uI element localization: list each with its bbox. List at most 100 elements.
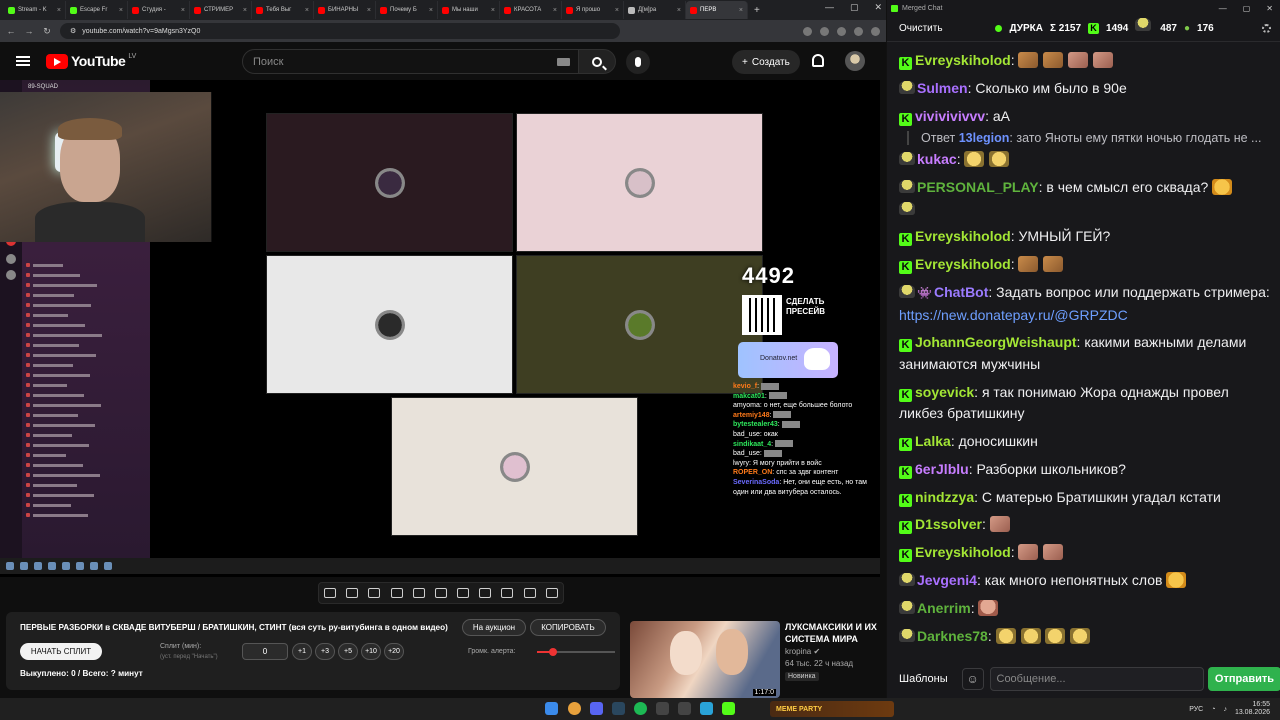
chat-message[interactable]: Jevgeni4: как много непонятных слов [899,570,1271,592]
forward-button[interactable]: → [24,26,34,36]
extension-icon[interactable] [854,26,863,36]
chat-username[interactable]: Evreyskiholod [915,544,1011,560]
split-increment-button[interactable]: +10 [361,643,381,660]
tab-close-icon[interactable]: × [615,7,619,14]
spotify-icon[interactable] [634,702,647,715]
chat-message[interactable]: kukac: [899,149,1271,171]
browser-tab[interactable]: Escape Fr × [66,1,128,19]
chat-message[interactable]: 👾 ChatBot: Задать вопрос или поддержать с… [899,282,1271,326]
chat-message[interactable]: K Evreyskiholod: [899,542,1271,564]
tab-close-icon[interactable]: × [491,7,495,14]
notifications-bell-icon[interactable] [812,54,824,67]
chat-username[interactable]: soyevick [915,384,974,400]
chat-message[interactable]: Ksoyevick: я так понимаю Жора однажды пр… [899,382,1271,425]
chat-message[interactable]: Darknes78: [899,626,1271,648]
chat-username[interactable]: 6erJlblu [915,461,969,477]
video-player[interactable]: 89-SQUAD 4492 СДЕЛАТЬ ПРЕСЕЙВ Donatov.ne… [0,80,880,577]
browser-tab[interactable]: Мы наши × [438,1,500,19]
tab-close-icon[interactable]: × [57,7,61,14]
loop-icon[interactable] [324,588,337,598]
chat-username[interactable]: JohannGeorgWeishaupt [915,334,1077,350]
new-tab-button[interactable]: + [748,5,766,16]
extension-icon[interactable] [820,26,829,36]
templates-button[interactable]: Шаблоны [899,673,948,685]
chat-username[interactable]: Evreyskiholod [915,256,1011,272]
tab-close-icon[interactable]: × [367,7,371,14]
recommended-video-thumbnail[interactable]: 1:17:0 [630,621,780,698]
tab-close-icon[interactable]: × [553,7,557,14]
start-icon[interactable] [545,702,558,715]
search-button[interactable] [578,49,616,74]
chat-username[interactable]: PERSONAL_PLAY [917,179,1039,195]
minimize-button[interactable]: — [825,2,834,13]
split-increment-button[interactable]: +5 [338,643,358,660]
chat-message[interactable]: Anerrim: [899,598,1271,620]
kick-icon[interactable] [722,702,735,715]
browser-tab[interactable]: Почему Б × [376,1,438,19]
send-button[interactable]: Отправить [1207,667,1280,691]
recommended-channel[interactable]: kropina ✔ [785,647,820,656]
tab-close-icon[interactable]: × [119,7,123,14]
split-increment-button[interactable]: +20 [384,643,404,660]
alert-volume-slider[interactable] [537,648,615,656]
chat-username[interactable]: Evreyskiholod [915,52,1011,68]
clock[interactable]: 16:55 13.08.2026 [1235,701,1270,717]
telegram-icon[interactable] [700,702,713,715]
frame-icon[interactable] [412,588,425,598]
chat-message[interactable]: Kvivivivivvv: аА [899,106,1271,128]
voice-search-button[interactable] [626,50,650,74]
split-increment-button[interactable]: +1 [292,643,312,660]
start-split-button[interactable]: НАЧАТЬ СПЛИТ [20,643,102,660]
close-button[interactable]: ✕ [1266,4,1273,13]
ticket-icon[interactable] [434,588,447,598]
auction-button[interactable]: На аукцион [462,619,526,636]
add-screen-icon[interactable] [479,588,492,598]
tab-close-icon[interactable]: × [305,7,309,14]
chrome-icon[interactable] [568,702,581,715]
site-info-icon[interactable]: ⚙ [70,27,76,35]
chat-username[interactable]: D1ssolver [915,516,982,532]
browser-tab[interactable]: ПЕРВ × [686,1,748,19]
gear-icon[interactable] [545,588,558,598]
chat-message[interactable]: Sulmen: Сколько им было в 90е [899,78,1271,100]
chat-username[interactable]: Darknes78 [917,628,988,644]
browser-tab[interactable]: Тебя Выг × [252,1,314,19]
browser-tab[interactable]: БИНАРНЫ × [314,1,376,19]
chat-message-list[interactable]: K Evreyskiholod: Sulmen: Сколько им было … [899,50,1271,653]
chat-message[interactable]: K D1ssolver: [899,514,1271,536]
wifi-icon[interactable]: ◔ [1211,706,1215,713]
tab-close-icon[interactable]: × [429,7,433,14]
broadcast-icon[interactable] [346,588,359,598]
reload-button[interactable]: ↻ [42,26,52,37]
browser-tab[interactable]: Д[м]ра × [624,1,686,19]
maximize-button[interactable]: ▢ [1243,4,1251,13]
chat-message[interactable]: K Evreyskiholod: [899,254,1271,276]
chat-username[interactable]: Jevgeni4 [917,572,977,588]
chat-username[interactable]: kukac [917,151,957,167]
chat-message[interactable]: K Lalka: доносишкин [899,431,1271,453]
extension-icon[interactable] [837,26,846,36]
steam-icon[interactable] [612,702,625,715]
maximize-button[interactable]: ▢ [850,2,859,13]
chat-username[interactable]: Anerrim [917,600,971,616]
browser-tab[interactable]: КРАСОТА × [500,1,562,19]
chat-message[interactable]: K Evreyskiholod: [899,50,1271,72]
tab-close-icon[interactable]: × [243,7,247,14]
browser-tab[interactable]: Я прошо × [562,1,624,19]
chat-message[interactable]: Knindzzya: С матерью Братишкин угадал кс… [899,487,1271,509]
chat-link[interactable]: https://new.donatepay.ru/@GRPZDC [899,307,1128,323]
tab-close-icon[interactable]: × [739,7,743,14]
youtube-logo[interactable]: YouTube LV [46,53,136,69]
keyboard-icon[interactable] [557,58,570,66]
search-input[interactable]: Поиск [242,49,579,74]
language-indicator[interactable]: РУС [1189,706,1203,713]
create-button[interactable]: + Создать [732,50,800,74]
speedometer-icon[interactable] [457,588,470,598]
camera-icon[interactable] [501,588,514,598]
extension-icon[interactable] [803,26,812,36]
menu-icon[interactable] [16,56,30,66]
discord-icon[interactable] [590,702,603,715]
chat-username[interactable]: ChatBot [934,284,988,300]
chat-username[interactable]: Lalka [915,433,951,449]
close-button[interactable]: ✕ [874,2,882,13]
